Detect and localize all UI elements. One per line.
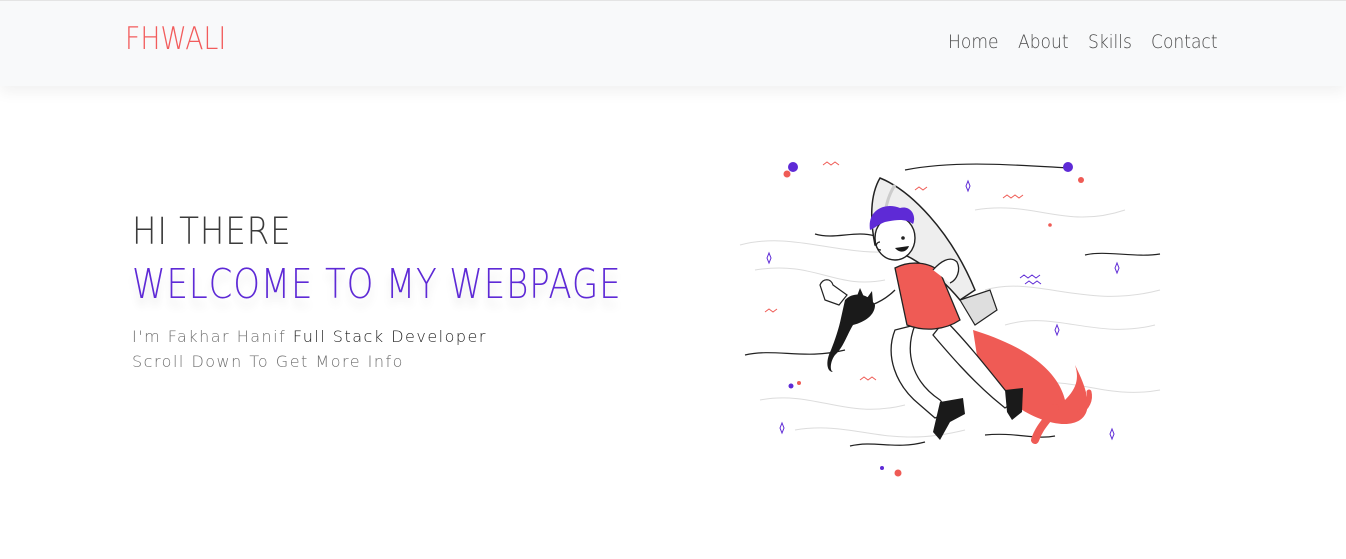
intro-role: Full Stack Developer [292,327,487,346]
nav-link-contact[interactable]: Contact [1151,31,1218,53]
scroll-hint: Scroll Down To Get More Info [132,352,404,371]
intro-name: I'm Fakhar Hanif [132,327,287,346]
navbar: FHWALI Home About Skills Contact [0,0,1346,86]
hero-greeting: HI THERE [132,210,292,253]
nav-link-home[interactable]: Home [948,31,998,53]
hero-headline: WELCOME TO MY WEBPAGE [132,260,622,308]
brand-logo[interactable]: FHWALI [125,21,226,57]
nav-link-about[interactable]: About [1018,31,1069,53]
nav-links: Home About Skills Contact [948,31,1239,53]
hero-text: HI THERE WELCOME TO MY WEBPAGE I'm Fakha… [132,208,722,374]
rocket-developer-illustration [739,161,1161,477]
hero-intro: I'm Fakhar Hanif Full Stack Developer Sc… [132,324,722,374]
nav-link-skills[interactable]: Skills [1088,31,1132,53]
